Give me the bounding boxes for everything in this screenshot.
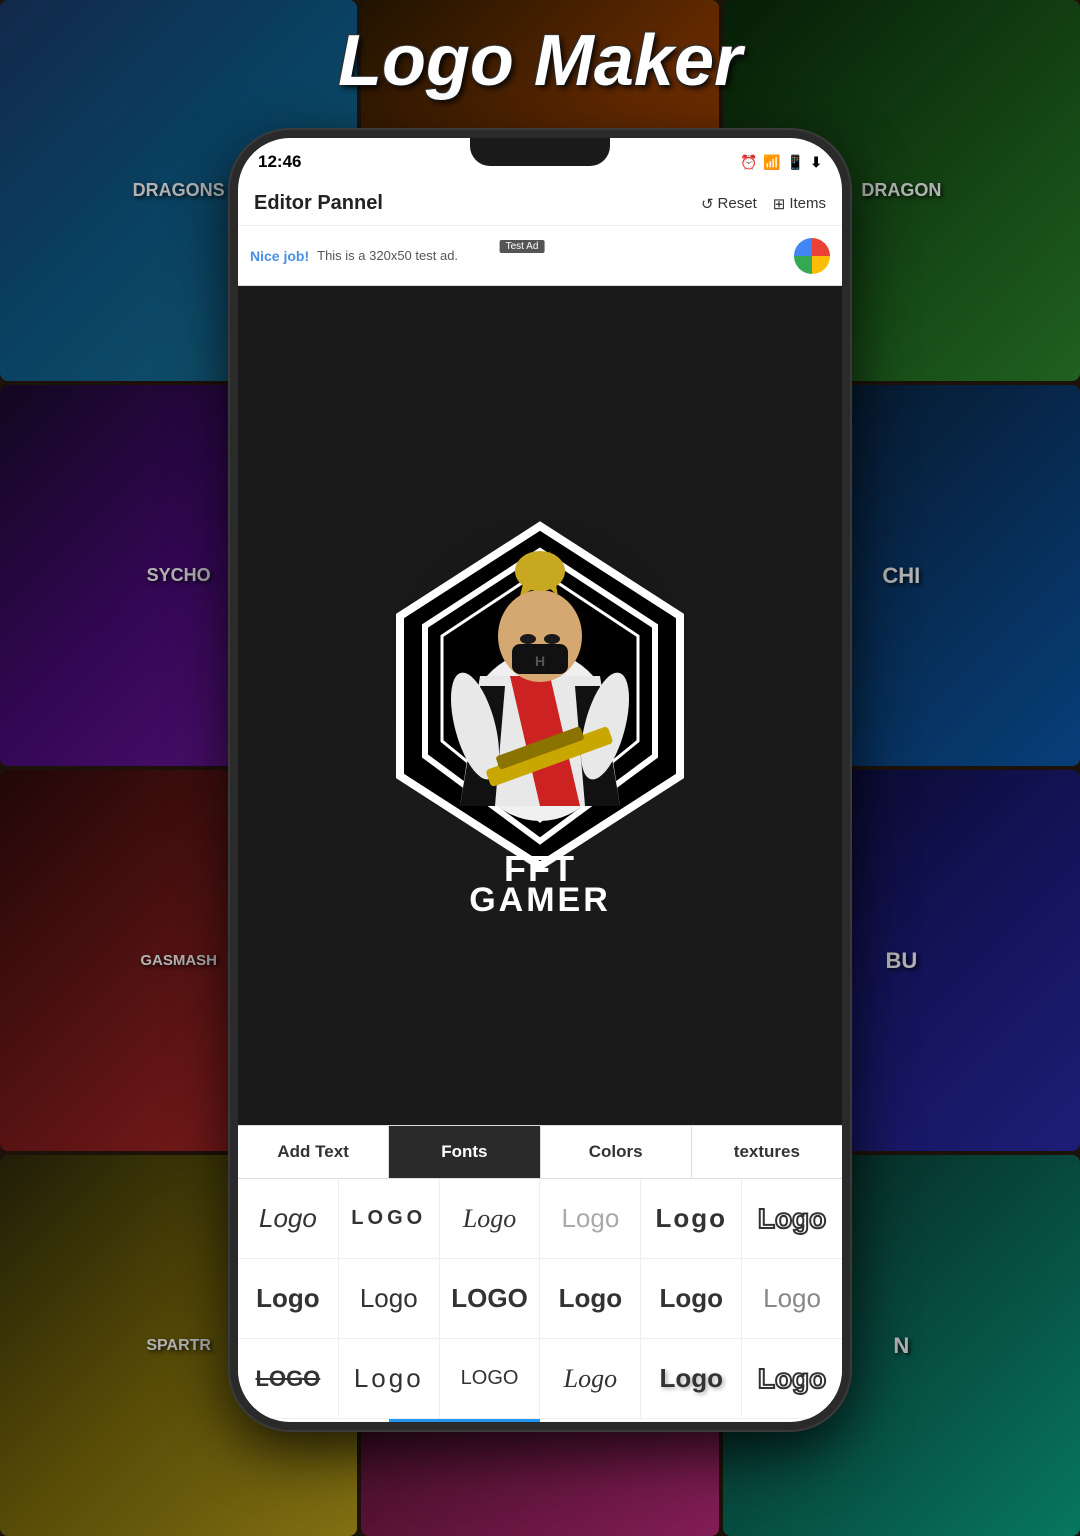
status-icons: ⏰ 📶 📱 ⬇ [740,154,822,171]
font-cell[interactable]: Logo [641,1339,742,1418]
logo-svg: H FFT GAMER [340,496,740,916]
reset-button[interactable]: ↺ Reset [701,195,757,213]
font-cell[interactable]: Logo [440,1339,541,1418]
font-cell[interactable]: Logo [238,1179,339,1258]
font-cell[interactable]: Logo [540,1179,641,1258]
tab-colors[interactable]: Colors [541,1126,692,1178]
font-cell[interactable]: LOGO [238,1339,339,1418]
phone-notch [470,138,610,166]
items-button[interactable]: ⊞ Items [773,195,826,213]
ad-text: This is a 320x50 test ad. [317,248,458,263]
svg-text:H: H [535,653,545,669]
bottom-toolbar: Add Text Fonts Colors textures Logo LOGO [238,1125,842,1422]
font-cell[interactable]: Logo [641,1179,742,1258]
font-cell[interactable]: Logo [742,1339,842,1418]
font-cell[interactable]: LOGO [339,1179,440,1258]
reset-icon: ↺ [701,195,714,213]
phone-frame: 12:46 ⏰ 📶 📱 ⬇ Editor Pannel ↺ Reset ⊞ It… [230,130,850,1430]
canvas-area[interactable]: H FFT GAMER [238,286,842,1125]
font-row: Logo LOGO Logo Logo Logo Logo [238,1179,842,1259]
logo-preview: H FFT GAMER [238,286,842,1125]
font-cell[interactable]: Logo [339,1339,440,1418]
font-cell[interactable]: Logo [641,1259,742,1338]
status-time: 12:46 [258,152,301,172]
download-icon: ⬇ [810,154,822,171]
ad-logo [794,238,830,274]
tab-fonts[interactable]: Fonts [389,1126,540,1178]
tab-add-text[interactable]: Add Text [238,1126,389,1178]
app-title: Logo Maker [338,20,742,102]
font-cell[interactable]: Logo [742,1179,842,1258]
alarm-icon: ⏰ [740,154,757,171]
svg-text:GAMER: GAMER [469,881,611,916]
font-cell[interactable]: LOGO [440,1259,541,1338]
toolbar-tabs: Add Text Fonts Colors textures [238,1126,842,1179]
font-cell[interactable]: Logo [540,1259,641,1338]
font-cell[interactable]: Logo [540,1339,641,1418]
font-cell[interactable]: Logo [440,1179,541,1258]
signal-icon: 📱 [787,154,804,171]
font-cell[interactable]: Logo [742,1259,842,1338]
tab-indicator [389,1419,540,1422]
ad-nice-job: Nice job! [250,248,309,264]
ad-label: Test Ad [500,240,545,253]
add-icon: ⊞ [773,195,786,213]
header-title: Editor Pannel [254,192,383,215]
font-row: Logo Logo LOGO Logo Logo Logo [238,1259,842,1339]
tab-textures[interactable]: textures [692,1126,842,1178]
font-grid: Logo LOGO Logo Logo Logo Logo Logo Logo … [238,1179,842,1419]
header-actions: ↺ Reset ⊞ Items [701,195,826,213]
font-cell[interactable]: Logo [339,1259,440,1338]
font-row: LOGO Logo Logo Logo Logo Logo [238,1339,842,1419]
font-cell[interactable]: Logo [238,1259,339,1338]
wifi-icon: 📶 [763,154,780,171]
ad-banner-inner: Test Ad Nice job! This is a 320x50 test … [250,248,794,264]
app-header: Editor Pannel ↺ Reset ⊞ Items [238,182,842,226]
ad-banner: Test Ad Nice job! This is a 320x50 test … [238,226,842,286]
